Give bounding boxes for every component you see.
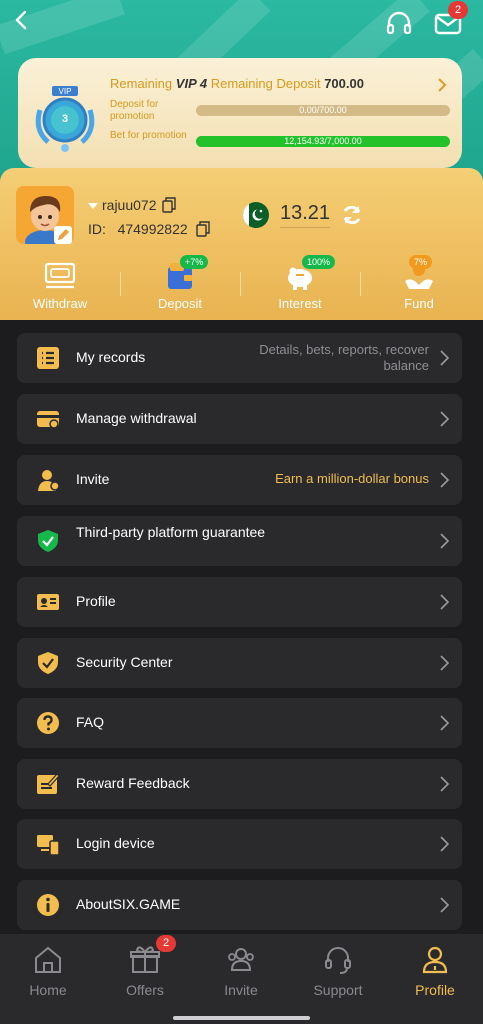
refresh-icon[interactable] <box>340 203 364 227</box>
gift-icon <box>130 946 160 973</box>
fund-label: Fund <box>404 296 434 311</box>
info-icon <box>37 894 59 916</box>
chevron-right-icon <box>440 411 449 427</box>
menu-reward-feedback[interactable]: Reward Feedback <box>17 759 462 809</box>
menu-third-party-guarantee[interactable]: Third-party platform guarantee <box>17 516 462 566</box>
chevron-right-icon <box>440 655 449 671</box>
card-icon <box>37 411 59 429</box>
menu-label: Manage withdrawal <box>76 410 197 426</box>
fund-button[interactable]: 7% Fund <box>369 255 469 313</box>
menu-faq[interactable]: FAQ <box>17 698 462 748</box>
nav-support[interactable]: Support <box>290 934 386 1004</box>
deposit-label: Deposit <box>157 296 203 311</box>
user-id: ID: 474992822 <box>88 221 188 237</box>
mail-badge: 2 <box>448 1 468 19</box>
copy-username-icon[interactable] <box>162 197 176 213</box>
withdraw-label: Withdraw <box>32 296 88 311</box>
chevron-right-icon <box>440 594 449 610</box>
menu-about[interactable]: AboutSIX.GAME <box>17 880 462 930</box>
home-icon <box>35 946 61 973</box>
vip-badge-number: 3 <box>61 113 69 125</box>
nav-label: Home <box>29 982 67 998</box>
chevron-right-icon <box>440 350 449 366</box>
edit-avatar-icon[interactable] <box>54 226 72 244</box>
support-headset-icon <box>325 947 351 974</box>
menu-security-center[interactable]: Security Center <box>17 638 462 688</box>
nav-label: Invite <box>224 982 258 998</box>
menu-manage-withdrawal[interactable]: Manage withdrawal <box>17 394 462 444</box>
menu-label: Security Center <box>76 654 173 670</box>
menu-label: My records <box>76 349 146 365</box>
chevron-right-icon[interactable] <box>436 76 448 94</box>
nav-label: Support <box>313 982 363 998</box>
deposit-button[interactable]: +7% Deposit <box>130 255 230 313</box>
bet-promotion-label: Bet for promotion <box>110 130 187 141</box>
copy-id-icon[interactable] <box>196 221 210 237</box>
security-icon <box>38 652 58 674</box>
menu-login-device[interactable]: Login device <box>17 819 462 869</box>
bet-progress-text: 12,154.93/7,000.00 <box>284 136 362 146</box>
interest-button[interactable]: 100% Interest <box>250 255 350 313</box>
nav-invite[interactable]: Invite <box>193 934 289 1004</box>
group-icon <box>228 948 254 971</box>
menu-label: FAQ <box>76 714 105 730</box>
bottom-nav: Home Offers Invite Support Profile <box>0 934 483 1024</box>
nav-label: Offers <box>126 982 164 998</box>
bet-progress-bar: 12,154.93/7,000.00 <box>196 136 450 147</box>
menu-label: Invite <box>76 471 110 487</box>
shield-check-icon <box>38 530 58 552</box>
device-icon <box>37 835 60 856</box>
interest-badge: 100% <box>302 255 336 269</box>
deposit-promotion-label: Deposit for promotion <box>110 99 159 122</box>
nav-label: Profile <box>415 982 455 998</box>
vip-card[interactable]: VIP 3 Remaining VIP 4 Remaining Deposit … <box>18 58 462 168</box>
records-icon <box>37 347 59 369</box>
pakistan-flag-icon <box>243 202 269 228</box>
vip-remaining-text: Remaining VIP 4 Remaining Deposit 700.00 <box>110 76 364 91</box>
caret-down-icon[interactable] <box>88 202 98 210</box>
chevron-right-icon <box>440 533 449 549</box>
id-card-icon <box>37 594 59 610</box>
deposit-progress-bar: 0.00/700.00 <box>196 105 450 116</box>
headset-icon[interactable] <box>385 10 413 36</box>
offers-badge: 2 <box>156 935 176 952</box>
menu-label: Profile <box>76 593 116 609</box>
deposit-progress-text: 0.00/700.00 <box>299 105 347 115</box>
chevron-right-icon <box>440 897 449 913</box>
username: rajuu072 <box>88 197 157 213</box>
interest-label: Interest <box>278 296 322 311</box>
nav-offers[interactable]: Offers <box>97 934 193 1004</box>
menu-invite[interactable]: Invite Earn a million-dollar bonus <box>17 455 462 505</box>
menu-profile[interactable]: Profile <box>17 577 462 627</box>
svg-text:VIP: VIP <box>59 87 72 96</box>
chevron-right-icon <box>440 472 449 488</box>
action-divider <box>360 272 361 296</box>
withdraw-icon <box>44 262 76 289</box>
menu-my-records[interactable]: My records Details, bets, reports, recov… <box>17 333 462 383</box>
nav-profile[interactable]: Profile <box>387 934 483 1004</box>
fund-badge: 7% <box>409 255 433 269</box>
nav-home[interactable]: Home <box>0 934 96 1004</box>
balance-amount: 13.21 <box>280 202 331 228</box>
chevron-right-icon <box>440 836 449 852</box>
invite-icon <box>38 470 60 491</box>
back-arrow-icon[interactable] <box>10 8 34 32</box>
menu-sublabel: Earn a million-dollar bonus <box>275 471 429 486</box>
question-icon <box>37 712 59 734</box>
menu-sublabel: Details, bets, reports, recover balance <box>259 342 429 373</box>
withdraw-button[interactable]: Withdraw <box>10 257 110 313</box>
action-divider <box>120 272 121 296</box>
chevron-right-icon <box>440 776 449 792</box>
menu-label: Third-party platform guarantee <box>76 524 266 540</box>
profile-icon <box>422 946 448 974</box>
menu-label: AboutSIX.GAME <box>76 896 181 912</box>
menu-label: Login device <box>76 835 155 851</box>
deposit-badge: +7% <box>180 255 209 269</box>
feedback-icon <box>37 773 60 794</box>
chevron-right-icon <box>440 715 449 731</box>
action-divider <box>240 272 241 296</box>
menu-label: Reward Feedback <box>76 775 190 791</box>
home-indicator[interactable] <box>173 1016 310 1020</box>
